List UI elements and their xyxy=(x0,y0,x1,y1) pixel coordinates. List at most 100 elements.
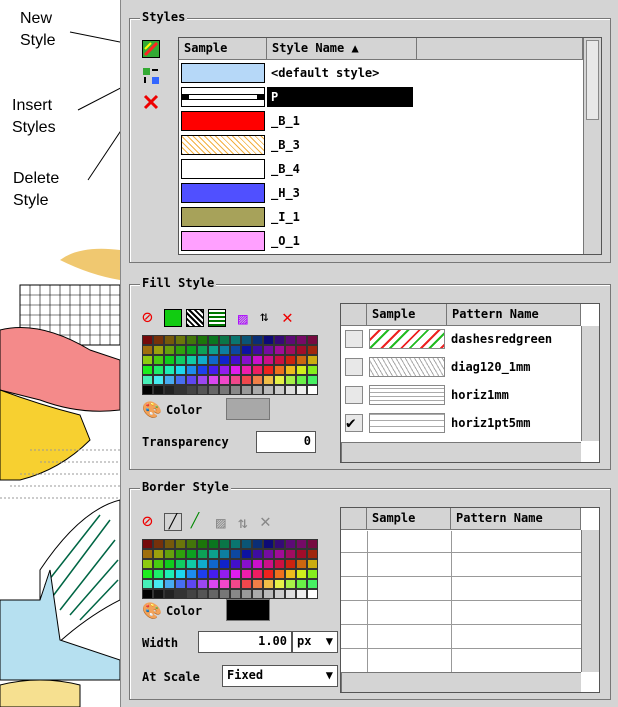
palette-cell[interactable] xyxy=(307,559,318,569)
fill-pattern-row[interactable]: ✔ horiz1pt5mm xyxy=(341,411,581,433)
palette-cell[interactable] xyxy=(186,579,197,589)
palette-cell[interactable] xyxy=(208,539,219,549)
palette-cell[interactable] xyxy=(296,375,307,385)
palette-cell[interactable] xyxy=(230,385,241,395)
border-palette-icon[interactable]: 🎨 xyxy=(142,601,162,620)
palette-cell[interactable] xyxy=(197,539,208,549)
insert-line-icon[interactable]: ⇅ xyxy=(238,513,256,532)
palette-cell[interactable] xyxy=(219,539,230,549)
palette-cell[interactable] xyxy=(186,539,197,549)
palette-cell[interactable] xyxy=(263,345,274,355)
palette-cell[interactable] xyxy=(307,589,318,599)
palette-cell[interactable] xyxy=(241,569,252,579)
palette-cell[interactable] xyxy=(164,589,175,599)
palette-cell[interactable] xyxy=(153,549,164,559)
insert-pattern-icon[interactable]: ⇅ xyxy=(260,309,278,327)
palette-cell[interactable] xyxy=(307,569,318,579)
border-pattern-row[interactable] xyxy=(341,603,581,627)
palette-cell[interactable] xyxy=(274,579,285,589)
palette-cell[interactable] xyxy=(219,589,230,599)
palette-icon[interactable]: 🎨 xyxy=(142,400,162,419)
no-border-icon[interactable]: ⊘ xyxy=(142,513,160,531)
border-hscrollbar[interactable] xyxy=(341,672,581,692)
palette-cell[interactable] xyxy=(285,385,296,395)
delete-line-icon[interactable]: ✕ xyxy=(260,513,278,531)
palette-cell[interactable] xyxy=(219,559,230,569)
fill-color-palette[interactable] xyxy=(142,335,318,395)
palette-cell[interactable] xyxy=(175,579,186,589)
palette-cell[interactable] xyxy=(142,355,153,365)
palette-cell[interactable] xyxy=(307,579,318,589)
style-row[interactable]: _O_1 xyxy=(179,230,583,252)
new-style-button[interactable] xyxy=(142,40,160,58)
palette-cell[interactable] xyxy=(175,365,186,375)
palette-cell[interactable] xyxy=(208,569,219,579)
palette-cell[interactable] xyxy=(230,589,241,599)
palette-cell[interactable] xyxy=(197,589,208,599)
palette-cell[interactable] xyxy=(197,345,208,355)
style-row[interactable]: _I_1 xyxy=(179,206,583,228)
palette-cell[interactable] xyxy=(252,539,263,549)
palette-cell[interactable] xyxy=(186,569,197,579)
palette-cell[interactable] xyxy=(285,559,296,569)
border-pattern-row[interactable] xyxy=(341,555,581,579)
palette-cell[interactable] xyxy=(153,589,164,599)
palette-cell[interactable] xyxy=(274,539,285,549)
palette-cell[interactable] xyxy=(164,345,175,355)
no-fill-icon[interactable]: ⊘ xyxy=(142,309,160,327)
palette-cell[interactable] xyxy=(219,385,230,395)
palette-cell[interactable] xyxy=(208,345,219,355)
palette-cell[interactable] xyxy=(230,335,241,345)
palette-cell[interactable] xyxy=(307,355,318,365)
palette-cell[interactable] xyxy=(153,579,164,589)
palette-cell[interactable] xyxy=(197,569,208,579)
palette-cell[interactable] xyxy=(252,569,263,579)
palette-cell[interactable] xyxy=(219,355,230,365)
palette-cell[interactable] xyxy=(252,335,263,345)
palette-cell[interactable] xyxy=(142,549,153,559)
palette-cell[interactable] xyxy=(175,549,186,559)
palette-cell[interactable] xyxy=(153,559,164,569)
palette-cell[interactable] xyxy=(285,375,296,385)
palette-cell[interactable] xyxy=(296,355,307,365)
palette-cell[interactable] xyxy=(241,355,252,365)
palette-cell[interactable] xyxy=(230,355,241,365)
palette-cell[interactable] xyxy=(197,579,208,589)
palette-cell[interactable] xyxy=(241,385,252,395)
palette-cell[interactable] xyxy=(285,345,296,355)
palette-cell[interactable] xyxy=(186,385,197,395)
palette-cell[interactable] xyxy=(186,559,197,569)
palette-cell[interactable] xyxy=(241,559,252,569)
palette-cell[interactable] xyxy=(153,569,164,579)
palette-cell[interactable] xyxy=(186,549,197,559)
palette-cell[interactable] xyxy=(142,539,153,549)
palette-cell[interactable] xyxy=(175,569,186,579)
palette-cell[interactable] xyxy=(296,569,307,579)
palette-cell[interactable] xyxy=(153,345,164,355)
fill-sample-header[interactable]: Sample xyxy=(367,304,447,326)
palette-cell[interactable] xyxy=(164,569,175,579)
palette-cell[interactable] xyxy=(175,559,186,569)
line-edit-icon[interactable]: ▨ xyxy=(216,513,234,532)
palette-cell[interactable] xyxy=(153,539,164,549)
palette-cell[interactable] xyxy=(252,549,263,559)
transparency-input[interactable]: 0 xyxy=(256,431,316,453)
palette-cell[interactable] xyxy=(175,539,186,549)
palette-cell[interactable] xyxy=(186,335,197,345)
palette-cell[interactable] xyxy=(307,549,318,559)
palette-cell[interactable] xyxy=(153,335,164,345)
palette-cell[interactable] xyxy=(296,589,307,599)
palette-cell[interactable] xyxy=(274,345,285,355)
palette-cell[interactable] xyxy=(197,335,208,345)
pattern-line-icon[interactable]: ╱ xyxy=(186,513,204,531)
border-pattern-name-header[interactable]: Pattern Name xyxy=(451,508,581,530)
fill-vscrollbar[interactable] xyxy=(581,326,599,441)
fill-pattern-name-header[interactable]: Pattern Name xyxy=(447,304,581,326)
palette-cell[interactable] xyxy=(241,579,252,589)
border-pattern-row[interactable] xyxy=(341,579,581,603)
delete-pattern-icon[interactable]: ✕ xyxy=(282,309,300,327)
styles-scrollbar[interactable] xyxy=(583,38,601,254)
palette-cell[interactable] xyxy=(296,345,307,355)
palette-cell[interactable] xyxy=(142,375,153,385)
pattern-checkbox[interactable] xyxy=(345,386,363,404)
